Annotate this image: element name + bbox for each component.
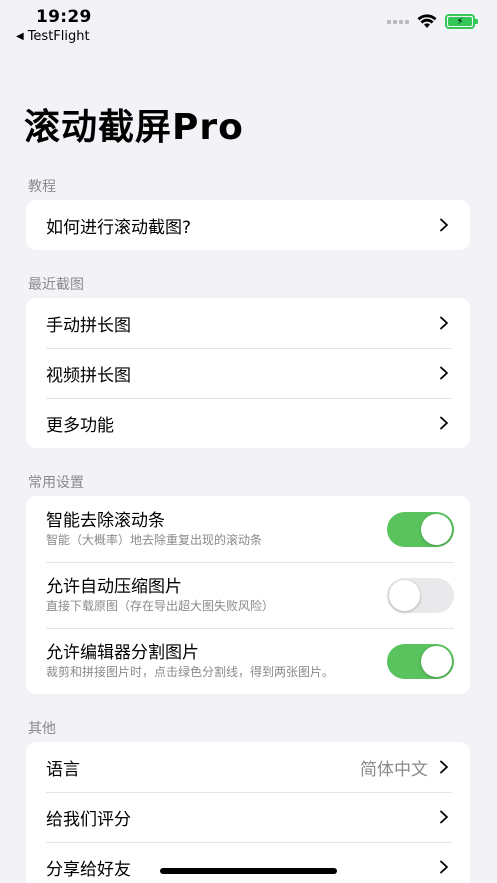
back-triangle-icon: ◀ xyxy=(16,31,24,42)
setting-remove-scrollbar: 智能去除滚动条 智能（大概率）地去除重复出现的滚动条 xyxy=(26,496,470,562)
setting-subtitle: 裁剪和拼接图片时，点击绿色分割线，得到两张图片。 xyxy=(46,665,335,679)
tutorial-card: 如何进行滚动截图? xyxy=(26,200,470,250)
setting-title: 智能去除滚动条 xyxy=(46,511,165,531)
manual-stitch-row[interactable]: 手动拼长图 xyxy=(26,298,470,348)
setting-title: 允许自动压缩图片 xyxy=(46,577,182,597)
settings-card: 智能去除滚动条 智能（大概率）地去除重复出现的滚动条 允许自动压缩图片 直接下载… xyxy=(26,496,470,694)
back-to-app-button[interactable]: ◀ TestFlight xyxy=(16,29,90,44)
chevron-right-icon xyxy=(438,316,450,330)
tutorial-how-to-row[interactable]: 如何进行滚动截图? xyxy=(26,200,470,250)
section-header-recent: 最近截图 xyxy=(28,277,84,293)
setting-title: 允许编辑器分割图片 xyxy=(46,643,199,663)
language-value: 简体中文 xyxy=(360,759,428,780)
row-label: 语言 xyxy=(46,759,80,780)
page-title: 滚动截屏Pro xyxy=(24,107,244,148)
section-header-settings: 常用设置 xyxy=(28,475,84,491)
setting-subtitle: 智能（大概率）地去除重复出现的滚动条 xyxy=(46,533,263,547)
chevron-right-icon xyxy=(438,760,450,774)
status-time: 19:29 xyxy=(36,7,92,27)
row-label: 如何进行滚动截图? xyxy=(46,217,192,238)
row-label: 视频拼长图 xyxy=(46,365,131,386)
chevron-right-icon xyxy=(438,366,450,380)
chevron-right-icon xyxy=(438,860,450,874)
language-row[interactable]: 语言 简体中文 xyxy=(26,742,470,792)
section-header-other: 其他 xyxy=(28,721,56,737)
chevron-right-icon xyxy=(438,810,450,824)
setting-auto-compress: 允许自动压缩图片 直接下载原图（存在导出超大图失败风险） xyxy=(26,562,470,628)
wifi-icon xyxy=(417,14,437,28)
setting-subtitle: 直接下载原图（存在导出超大图失败风险） xyxy=(46,599,275,613)
remove-scrollbar-toggle[interactable] xyxy=(387,511,454,547)
cellular-signal-icon xyxy=(387,19,409,24)
recent-card: 手动拼长图 视频拼长图 更多功能 xyxy=(26,298,470,448)
more-features-row[interactable]: 更多功能 xyxy=(26,398,470,448)
editor-split-toggle[interactable] xyxy=(387,643,454,679)
chevron-right-icon xyxy=(438,218,450,232)
row-label: 更多功能 xyxy=(46,415,114,436)
other-card: 语言 简体中文 给我们评分 分享给好友 xyxy=(26,742,470,883)
back-app-label: TestFlight xyxy=(27,29,90,44)
share-friends-row[interactable]: 分享给好友 xyxy=(26,842,470,883)
screen: 19:29 ◀ TestFlight ⚡ 滚动截屏Pro 教程 如何进行滚动截图… xyxy=(0,0,497,883)
home-indicator[interactable] xyxy=(160,868,337,874)
row-label: 给我们评分 xyxy=(46,809,131,830)
battery-charging-icon: ⚡ xyxy=(445,14,478,29)
status-indicators: ⚡ xyxy=(387,14,478,29)
auto-compress-toggle[interactable] xyxy=(387,577,454,613)
row-label: 手动拼长图 xyxy=(46,315,131,336)
chevron-right-icon xyxy=(438,416,450,430)
rate-us-row[interactable]: 给我们评分 xyxy=(26,792,470,842)
section-header-tutorial: 教程 xyxy=(28,179,56,195)
row-label: 分享给好友 xyxy=(46,859,131,880)
video-stitch-row[interactable]: 视频拼长图 xyxy=(26,348,470,398)
setting-editor-split: 允许编辑器分割图片 裁剪和拼接图片时，点击绿色分割线，得到两张图片。 xyxy=(26,628,470,694)
